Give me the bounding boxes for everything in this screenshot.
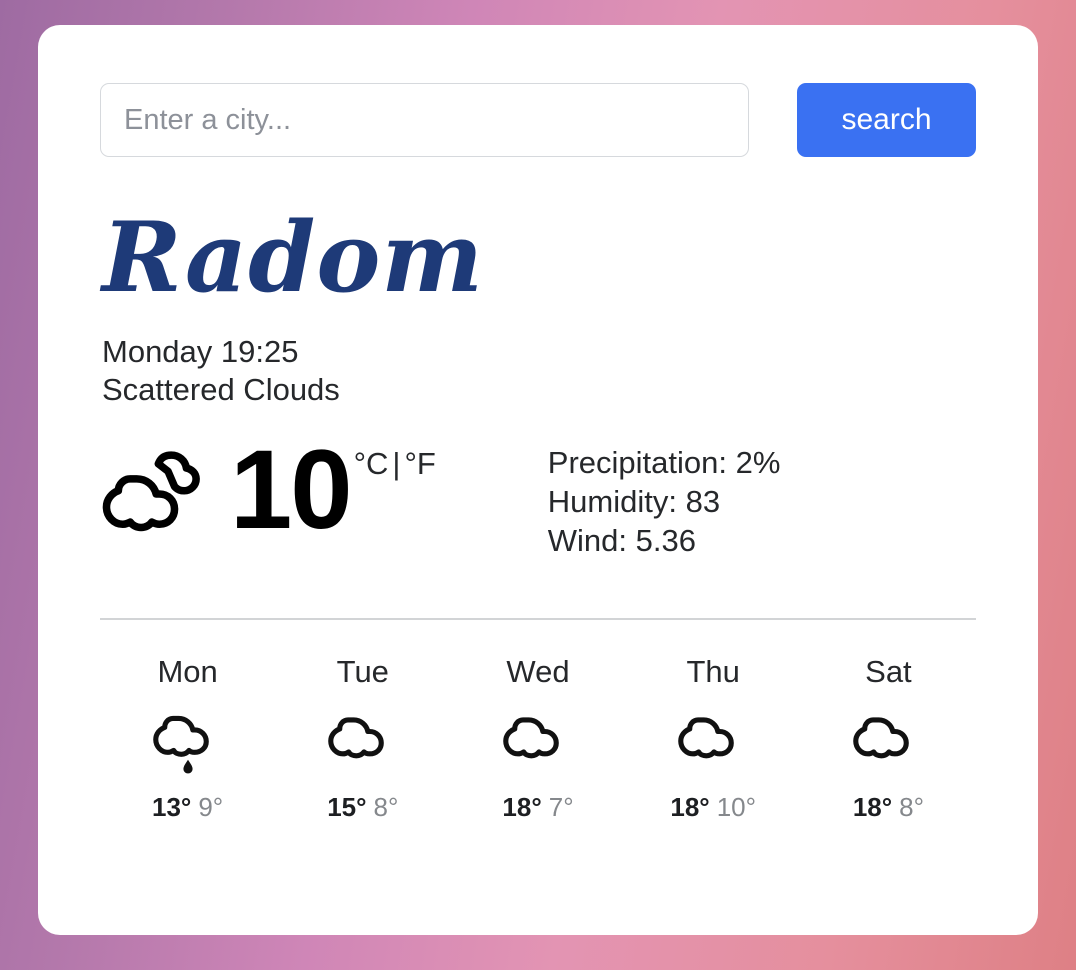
- humidity-value: Humidity: 83: [547, 483, 721, 519]
- forecast-high: 15°: [327, 792, 367, 823]
- forecast-high: 18°: [852, 792, 893, 823]
- fahrenheit-link[interactable]: °F: [404, 446, 435, 481]
- forecast-low: 8°: [373, 792, 399, 823]
- forecast-day-4: Sat 18° 8°: [801, 654, 976, 823]
- page-title: Radom: [102, 201, 484, 314]
- section-divider: [100, 618, 976, 621]
- forecast-day-temps: 18° 10°: [626, 792, 801, 823]
- forecast-day-temps: 18° 7°: [450, 792, 625, 823]
- unit-separator: |: [392, 446, 401, 482]
- current-details: Precipitation: 2% Humidity: 83 Wind: 5.3…: [548, 444, 781, 560]
- celsius-link[interactable]: °C: [354, 446, 389, 481]
- forecast-day-label: Tue: [336, 654, 389, 690]
- forecast-high: 18°: [502, 792, 542, 823]
- current-meta: Monday 19:25 Scattered Clouds: [100, 333, 976, 411]
- forecast-day-2: Wed 18° 7°: [450, 654, 625, 823]
- scattered-clouds-icon: [102, 451, 200, 532]
- forecast-low: 9°: [198, 792, 224, 823]
- forecast-low: 10°: [716, 792, 757, 823]
- unit-toggle: °C | °F: [354, 446, 436, 482]
- forecast-high: 13°: [152, 792, 192, 823]
- forecast-day-label: Mon: [157, 654, 218, 690]
- rain-cloud-icon: [152, 716, 209, 774]
- forecast-day-temps: 13° 9°: [100, 792, 275, 823]
- forecast-low: 7°: [548, 792, 574, 823]
- precipitation-value: Precipitation: 2%: [547, 445, 781, 481]
- temperature-value: 10: [230, 427, 353, 553]
- forecast-day-label: Sat: [865, 654, 912, 690]
- current-condition: Scattered Clouds: [102, 372, 340, 408]
- weather-card: search Radom Monday 19:25 Scattered Clou…: [38, 25, 1038, 935]
- current-temperature-group: 10 °C | °F: [100, 427, 436, 553]
- forecast-day-0: Mon 13° 9°: [100, 654, 275, 823]
- search-button[interactable]: search: [797, 83, 976, 157]
- temperature-display: 10 °C | °F: [230, 427, 436, 553]
- forecast-day-temps: 18° 8°: [801, 792, 976, 823]
- forecast-day-temps: 15° 8°: [275, 792, 450, 823]
- forecast-day-label: Wed: [506, 654, 570, 690]
- search-row: search: [100, 83, 976, 157]
- search-input[interactable]: [100, 83, 749, 157]
- cloud-icon: [328, 717, 384, 759]
- wind-value: Wind: 5.36: [547, 522, 696, 558]
- forecast-day-1: Tue 15° 8°: [275, 654, 450, 823]
- forecast-high: 18°: [670, 792, 710, 823]
- forecast-day-3: Thu 18° 10°: [626, 654, 801, 823]
- forecast-low: 8°: [899, 792, 924, 823]
- cloud-icon: [678, 717, 735, 759]
- forecast-day-label: Thu: [686, 654, 740, 690]
- current-conditions: 10 °C | °F Precipitation: 2% Humidity: 83 …: [100, 427, 976, 560]
- current-datetime: Monday 19:25: [102, 333, 299, 369]
- forecast-row: Mon 13° 9° Tue 15° 8° Wed 18° 7° Thu 18°…: [100, 654, 976, 823]
- cloud-icon: [853, 717, 910, 759]
- cloud-icon: [503, 717, 559, 759]
